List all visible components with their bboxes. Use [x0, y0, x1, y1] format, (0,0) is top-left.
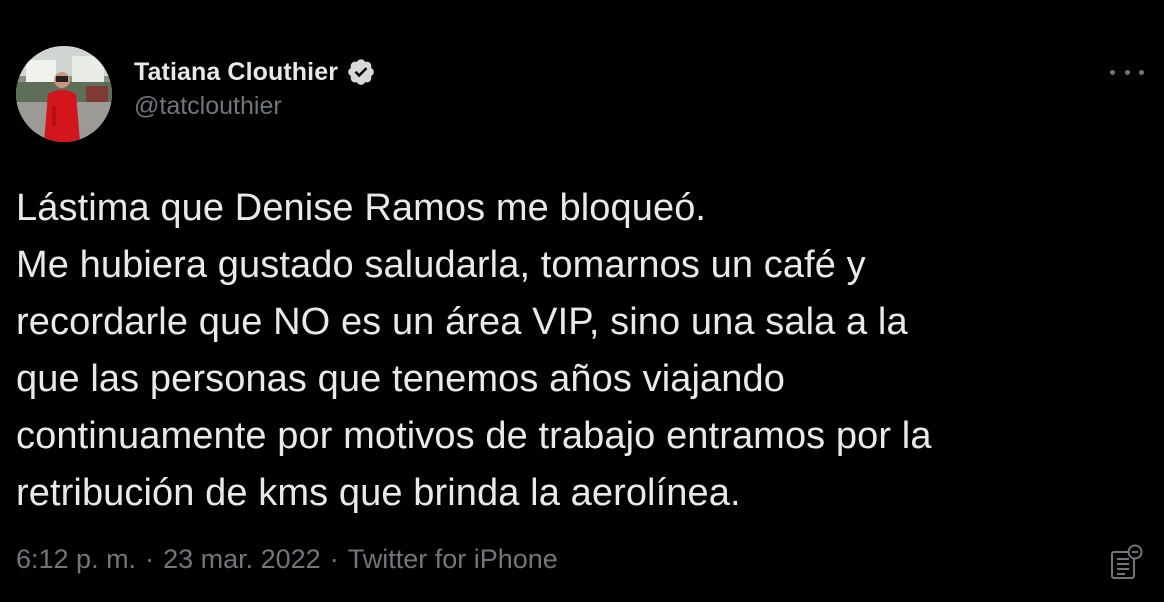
avatar-photo: [16, 46, 112, 142]
tweet-text: Lástima que Denise Ramos me bloqueó. Me …: [16, 180, 1152, 522]
more-dot-icon: [1139, 69, 1144, 75]
author-handle[interactable]: @tatclouthier: [134, 92, 376, 121]
tweet-text-line: Lástima que Denise Ramos me bloqueó.: [16, 187, 707, 229]
tweet-date[interactable]: 23 mar. 2022: [163, 544, 321, 575]
author-name-row: Tatiana Clouthier: [134, 54, 376, 90]
verified-badge-icon: [346, 57, 376, 87]
more-dot-icon: [1124, 69, 1130, 75]
avatar[interactable]: [16, 46, 112, 142]
analytics-icon[interactable]: [1110, 544, 1144, 580]
more-dot-icon: [1110, 69, 1115, 75]
tweet-time[interactable]: 6:12 p. m.: [16, 544, 136, 575]
author-block: Tatiana Clouthier @tatclouthier: [134, 54, 376, 121]
author-display-name[interactable]: Tatiana Clouthier: [134, 58, 338, 87]
tweet-client[interactable]: Twitter for iPhone: [348, 544, 558, 575]
tweet-text-line: Me hubiera gustado saludarla, tomarnos u…: [16, 244, 866, 286]
tweet-text-line: continuamente por motivos de trabajo ent…: [16, 415, 932, 457]
tweet-text-line: retribución de kms que brinda la aerolín…: [16, 472, 741, 514]
tweet-text-line: que las personas que tenemos años viajan…: [16, 358, 785, 400]
tweet-metadata: 6:12 p. m. · 23 mar. 2022 · Twitter for …: [16, 544, 558, 575]
more-options-button[interactable]: [1110, 62, 1144, 82]
tweet-text-line: recordarle que NO es un área VIP, sino u…: [16, 301, 908, 343]
meta-separator: ·: [145, 544, 155, 574]
meta-separator: ·: [329, 544, 339, 574]
tweet-card: Tatiana Clouthier @tatclouthier Lástima …: [0, 0, 1164, 602]
